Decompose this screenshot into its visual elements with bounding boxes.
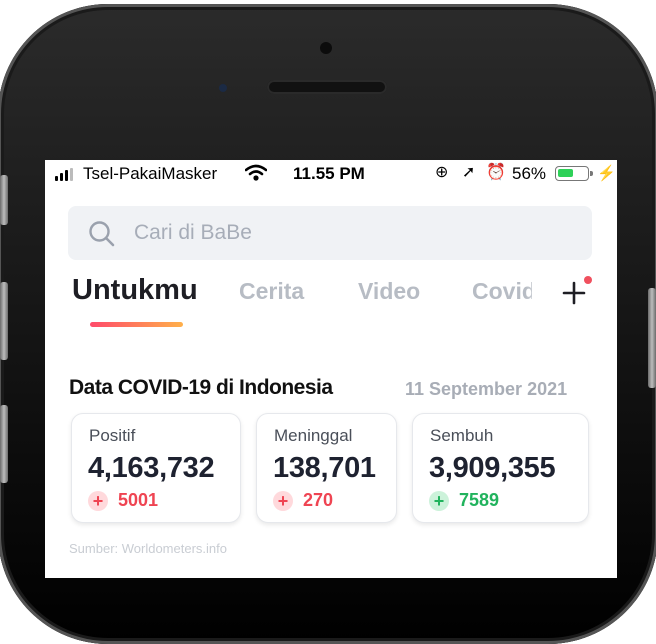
power-button: [648, 288, 656, 388]
plus-circle-icon: +: [88, 491, 108, 511]
covid-section-title: Data COVID-19 di Indonesia: [69, 376, 333, 399]
search-input[interactable]: [134, 221, 554, 245]
delta-value: 5001: [118, 490, 159, 510]
card-value: 4,163,732: [88, 452, 215, 484]
plus-circle-icon: +: [429, 491, 449, 511]
meninggal-card[interactable]: Meninggal 138,701 + 270: [256, 413, 397, 523]
battery-icon: [555, 166, 593, 181]
covid-date: 11 September 2021: [405, 379, 568, 399]
mute-switch: [0, 175, 8, 225]
card-label: Sembuh: [430, 426, 494, 445]
wifi-icon: [245, 164, 267, 181]
search-bar[interactable]: [68, 206, 592, 260]
card-label: Meninggal: [274, 426, 353, 445]
earpiece-speaker: [267, 80, 387, 94]
tab-covid[interactable]: Covid: [472, 278, 532, 305]
sembuh-card[interactable]: Sembuh 3,909,355 + 7589: [412, 413, 589, 523]
carrier-name: Tsel-PakaiMasker: [83, 164, 218, 183]
tab-video[interactable]: Video: [358, 278, 420, 305]
status-time: 11.55 PM: [293, 164, 365, 183]
orientation-lock-icon: ⊕: [435, 164, 449, 181]
tab-overflow-fade: [525, 270, 555, 315]
card-value: 3,909,355: [429, 452, 556, 484]
location-icon: ➚: [462, 164, 476, 181]
battery-percent: 56%: [512, 164, 547, 183]
volume-down-button: [0, 405, 8, 483]
app-screen: Tsel-PakaiMasker 11.55 PM ⊕ ➚ ⏰ 56% ⚡ Un…: [45, 160, 617, 578]
battery-level-fill: [558, 169, 573, 177]
card-value: 138,701: [273, 452, 376, 484]
delta-value: 270: [303, 490, 334, 510]
charging-bolt-icon: ⚡: [597, 165, 616, 182]
status-bar: Tsel-PakaiMasker 11.55 PM ⊕ ➚ ⏰ 56% ⚡: [45, 160, 617, 188]
data-source: Sumber: Worldometers.info: [69, 541, 227, 556]
front-camera: [320, 42, 332, 54]
active-tab-indicator: [90, 322, 183, 327]
search-icon: [89, 221, 115, 247]
tab-cerita[interactable]: Cerita: [239, 278, 304, 305]
proximity-sensor: [219, 84, 227, 92]
positif-card[interactable]: Positif 4,163,732 + 5001: [71, 413, 241, 523]
battery-tip: [590, 171, 593, 176]
notification-dot: [584, 276, 592, 284]
delta-value: 7589: [459, 490, 500, 510]
plus-circle-icon: +: [273, 491, 293, 511]
volume-up-button: [0, 282, 8, 360]
card-label: Positif: [89, 426, 136, 445]
tab-untukmu[interactable]: Untukmu: [72, 274, 198, 307]
alarm-icon: ⏰: [486, 164, 506, 181]
